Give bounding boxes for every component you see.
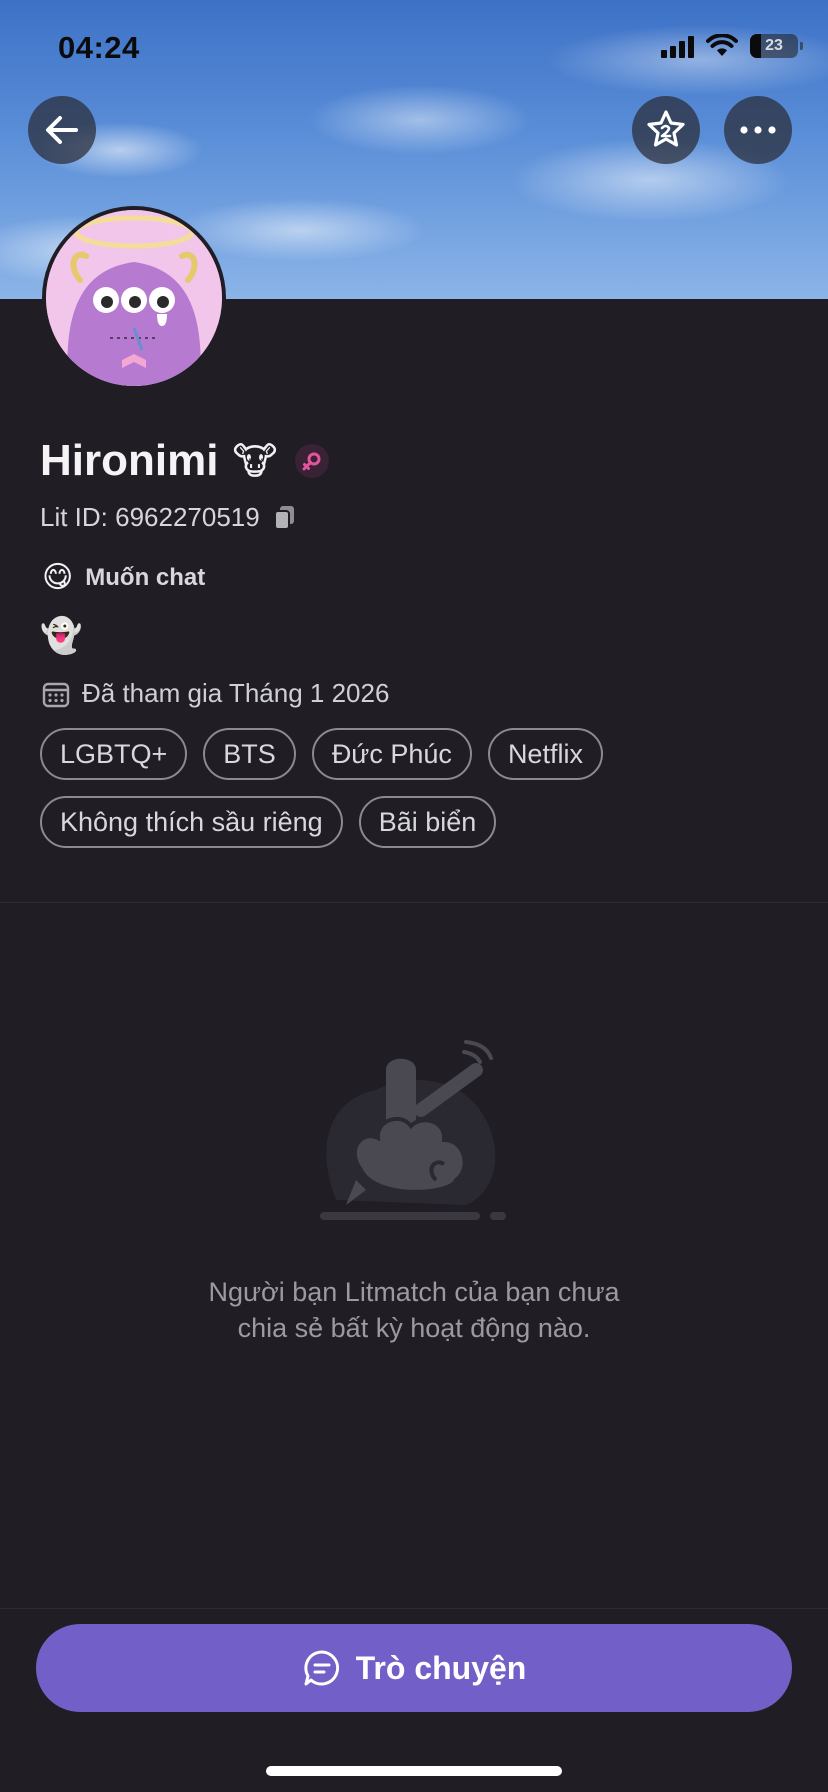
back-button[interactable]	[28, 96, 96, 164]
lit-id-row: Lit ID: 6962270519	[40, 502, 296, 533]
profile-screen: 04:24 23 Hironimi 🐮 Lit ID: 6962270519 😋…	[0, 0, 828, 1792]
name-emoji: 🐮	[232, 440, 278, 483]
bio: 👻	[40, 617, 83, 655]
interest-tag[interactable]: Đức Phúc	[311, 728, 472, 780]
ellipsis-icon	[740, 126, 776, 134]
empty-state-line: Người bạn Litmatch của bạn chưa	[208, 1277, 620, 1307]
copy-icon[interactable]	[273, 505, 296, 531]
lit-id: Lit ID: 6962270519	[40, 502, 260, 532]
joined-row: Đã tham gia Tháng 1 2026	[42, 678, 389, 709]
bottom-divider	[0, 1608, 828, 1609]
favorite-button[interactable]	[632, 96, 700, 164]
avatar[interactable]	[42, 206, 226, 390]
arrow-left-icon	[46, 116, 78, 144]
female-symbol-icon	[295, 444, 330, 478]
interest-tag[interactable]: BTS	[203, 728, 296, 780]
status-time: 04:24	[58, 30, 140, 65]
section-divider	[0, 902, 828, 903]
battery-icon: 23	[750, 34, 803, 58]
joined-date: Đã tham gia Tháng 1 2026	[82, 678, 390, 708]
display-name: Hironimi	[40, 436, 219, 485]
mood-row: 😋 Muốn chat	[42, 560, 205, 595]
calendar-icon	[42, 682, 70, 707]
status-icons: 23	[661, 34, 803, 58]
cellular-signal-icon	[661, 34, 694, 58]
mood-text: Muốn chat	[85, 563, 206, 591]
chat-button[interactable]: Trò chuyện	[36, 1624, 792, 1712]
more-options-button[interactable]	[724, 96, 792, 164]
interest-tag[interactable]: LGBTQ+	[40, 728, 188, 780]
chat-button-label: Trò chuyện	[355, 1649, 527, 1686]
mood-emoji: 😋	[42, 561, 74, 594]
empty-state-line: chia sẻ bất kỳ hoạt động nào.	[237, 1313, 591, 1343]
name-row: Hironimi 🐮	[40, 436, 330, 486]
chat-bubble-icon	[304, 1650, 339, 1686]
interest-tags: LGBTQ+ BTS Đức Phúc Netflix Không thích …	[40, 728, 800, 848]
monster-avatar-image	[46, 210, 222, 386]
empty-activity-illustration	[320, 1040, 506, 1220]
battery-level: 23	[765, 37, 783, 54]
home-indicator[interactable]	[266, 1766, 562, 1776]
interest-tag[interactable]: Netflix	[487, 728, 603, 780]
wifi-icon	[706, 34, 738, 56]
interest-tag[interactable]: Không thích sầu riêng	[40, 796, 343, 848]
star-badge-icon	[647, 110, 685, 147]
empty-state-message: Người bạn Litmatch của bạn chưa chia sẻ …	[114, 1274, 714, 1346]
interest-tag[interactable]: Bãi biển	[358, 796, 497, 848]
